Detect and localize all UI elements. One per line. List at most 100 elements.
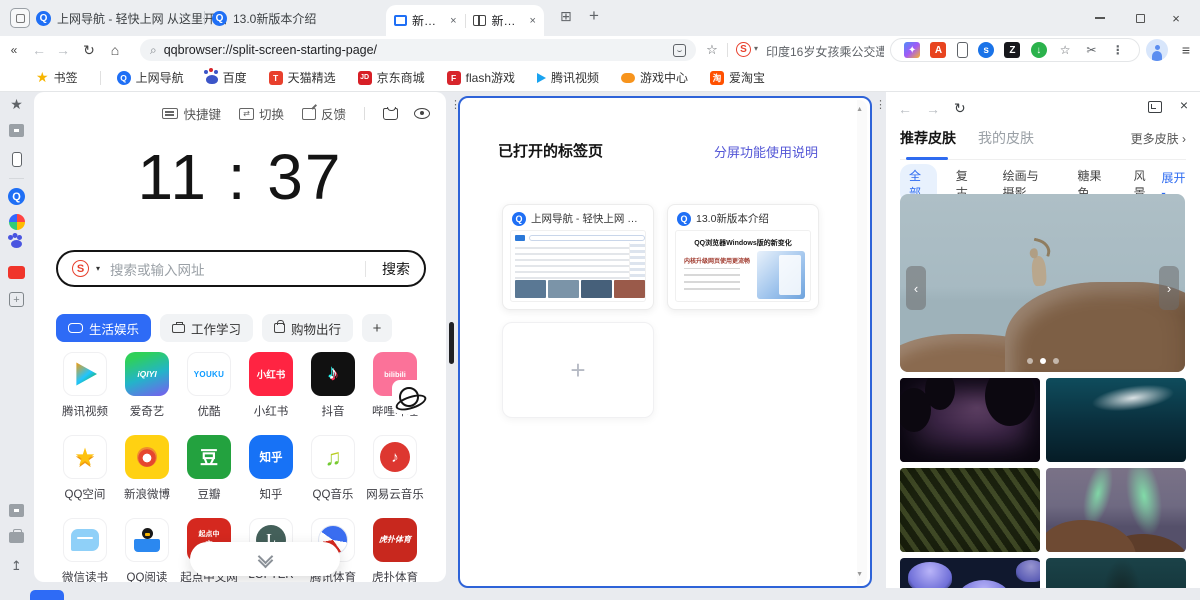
main-menu-icon[interactable]: ≡ xyxy=(1176,36,1196,64)
tab-group-icon[interactable]: ⊞ xyxy=(560,8,572,25)
pane-splitter-handle[interactable] xyxy=(449,322,454,364)
tab-version-intro[interactable]: Q 13.0新版本介绍 xyxy=(212,0,308,36)
tab-my-skins[interactable]: 我的皮肤 xyxy=(978,128,1034,148)
phone-icon[interactable] xyxy=(957,42,968,58)
translate-icon[interactable]: s xyxy=(978,42,994,58)
tab-nav-portal[interactable]: Q 上网导航 - 轻快上网 从这里开始 xyxy=(36,0,204,36)
category-life-entertainment[interactable]: 生活娱乐 xyxy=(56,314,151,342)
scrollbar[interactable]: ▲ ▼ xyxy=(857,100,867,584)
category-work-study[interactable]: 工作学习 xyxy=(160,314,253,342)
scroll-up-icon[interactable]: ▲ xyxy=(856,106,863,113)
app-qzone[interactable]: ★QQ空间 xyxy=(54,435,116,502)
app-weread[interactable]: 微信读书 xyxy=(54,518,116,582)
skin-tshirt-icon[interactable] xyxy=(383,108,398,120)
search-button[interactable]: 搜索 xyxy=(382,259,410,279)
baidu-paw-icon[interactable] xyxy=(0,240,33,248)
open-tab-card-portal[interactable]: Q 上网导航 - 轻快上网 从这里开 xyxy=(502,204,654,310)
side-panel-toggle-button[interactable] xyxy=(10,8,30,28)
colorful-app-icon[interactable] xyxy=(0,214,33,230)
home-icon[interactable]: ⌂ xyxy=(104,36,126,64)
favorites-star-icon[interactable]: ★ xyxy=(0,96,33,113)
app-tencent-video[interactable]: 腾讯视频 xyxy=(54,352,116,419)
more-skins-link[interactable]: 更多皮肤 › xyxy=(1131,130,1186,147)
download-manager-icon[interactable]: ↓ xyxy=(1031,42,1047,58)
tab-new-tab[interactable]: 新标签 × xyxy=(386,5,465,36)
app-qq-reading[interactable]: QQ阅读 xyxy=(116,518,178,582)
shortcut-keys-button[interactable]: 快捷键 xyxy=(162,104,221,123)
collapse-up-icon[interactable]: ↥ xyxy=(0,558,33,574)
window-minimize-button[interactable] xyxy=(1080,0,1120,36)
bookmark-baidu[interactable]: 百度 xyxy=(206,69,247,86)
dot[interactable] xyxy=(1027,358,1033,364)
back-icon[interactable]: ← xyxy=(898,101,912,117)
qq-browser-icon[interactable]: Q xyxy=(0,188,33,205)
phone-icon[interactable] xyxy=(0,152,33,167)
user-avatar[interactable] xyxy=(1146,39,1168,61)
skin-carousel-ibex[interactable]: ‹ › xyxy=(900,194,1185,372)
archive-icon[interactable] xyxy=(0,124,33,137)
new-tab-button[interactable]: + xyxy=(589,6,599,26)
bookmark-tencent-video[interactable]: 腾讯视频 xyxy=(537,69,599,86)
skin-jellyfish[interactable] xyxy=(900,558,1040,588)
bookmark-flash-games[interactable]: Fflash游戏 xyxy=(447,69,515,86)
scroll-down-icon[interactable]: ▼ xyxy=(856,571,863,578)
add-app-icon[interactable]: + xyxy=(0,292,33,307)
briefcase-icon[interactable] xyxy=(0,532,33,543)
app-zhihu[interactable]: 知乎知乎 xyxy=(240,435,302,502)
storage-box-icon[interactable] xyxy=(0,504,33,517)
skin-underwater-light[interactable] xyxy=(1046,378,1186,462)
chevron-down-icon[interactable]: ▾ xyxy=(754,44,758,53)
collapse-grid-button[interactable] xyxy=(190,542,340,576)
back-icon[interactable]: ← xyxy=(28,36,50,64)
eye-icon[interactable] xyxy=(414,108,430,119)
add-category-button[interactable]: + xyxy=(362,314,392,342)
add-split-card[interactable]: + xyxy=(502,322,654,418)
carousel-dots[interactable] xyxy=(900,358,1185,364)
reader-mode-icon[interactable] xyxy=(673,44,686,57)
window-maximize-button[interactable] xyxy=(1120,0,1160,36)
sogou-engine-icon[interactable]: S xyxy=(736,42,751,57)
red-app-icon[interactable] xyxy=(0,266,33,279)
planet-icon[interactable] xyxy=(392,380,426,414)
reload-icon[interactable]: ↻ xyxy=(954,100,966,117)
app-youku[interactable]: YOUKU优酷 xyxy=(178,352,240,419)
bottom-floating-bar[interactable] xyxy=(30,590,64,600)
category-shopping-travel[interactable]: 购物出行 xyxy=(262,314,353,342)
screenshot-scissors-icon[interactable]: ✂ xyxy=(1083,42,1099,58)
forward-icon[interactable]: → xyxy=(926,101,940,117)
bookmark-jd[interactable]: JD京东商城 xyxy=(358,69,425,86)
app-qq-music[interactable]: ♫QQ音乐 xyxy=(302,435,364,502)
app-douban[interactable]: 豆豆瓣 xyxy=(178,435,240,502)
tab-recommended-skins[interactable]: 推荐皮肤 xyxy=(900,128,956,148)
dot[interactable] xyxy=(1053,358,1059,364)
bookmark-star-icon[interactable]: ☆ xyxy=(702,36,722,64)
window-close-button[interactable]: × xyxy=(1156,0,1196,36)
bookmark-game-center[interactable]: 游戏中心 xyxy=(621,69,688,86)
tab-new-split[interactable]: 新分屏 × xyxy=(465,5,544,36)
open-in-tab-icon[interactable] xyxy=(1148,101,1162,113)
skin-starry-teal-sky[interactable] xyxy=(1046,558,1186,588)
forward-icon[interactable]: → xyxy=(52,36,74,64)
carousel-next-button[interactable]: › xyxy=(1159,266,1179,310)
news-ticker[interactable]: 印度16岁女孩乘公交遭5人 xyxy=(766,43,884,60)
pane-splitter-dots[interactable]: ⋮ xyxy=(875,98,886,111)
skin-pine-branches[interactable] xyxy=(900,468,1040,552)
app-netease-music[interactable]: ♪网易云音乐 xyxy=(364,435,426,502)
sogou-engine-icon[interactable]: S xyxy=(72,260,89,277)
reload-icon[interactable]: ↻ xyxy=(78,36,100,64)
open-tab-card-version[interactable]: Q 13.0新版本介绍 QQ浏览器Windows版的新变化 内核升级网页使用更流… xyxy=(667,204,819,310)
bookmarks-folder[interactable]: ★书签 xyxy=(36,69,78,86)
adobe-acrobat-icon[interactable]: A xyxy=(930,42,946,58)
close-panel-icon[interactable]: × xyxy=(1180,97,1188,113)
favorites-star-icon[interactable]: ☆ xyxy=(1057,42,1073,58)
bookmark-nav-portal[interactable]: Q上网导航 xyxy=(117,69,184,86)
app-hupu-sports[interactable]: 虎扑体育虎扑体育 xyxy=(364,518,426,582)
skin-milky-way-trees[interactable] xyxy=(900,378,1040,462)
extensions-menu-icon[interactable]: ⋮ xyxy=(1110,42,1126,58)
split-help-link[interactable]: 分屏功能使用说明 xyxy=(714,142,818,161)
carousel-prev-button[interactable]: ‹ xyxy=(906,266,926,310)
bookmark-aitaobao[interactable]: 淘爱淘宝 xyxy=(710,69,765,86)
dot-active[interactable] xyxy=(1040,358,1046,364)
search-box[interactable]: S ▾ 搜索或输入网址 搜索 xyxy=(56,250,426,287)
app-xiaohongshu[interactable]: 小红书小红书 xyxy=(240,352,302,419)
